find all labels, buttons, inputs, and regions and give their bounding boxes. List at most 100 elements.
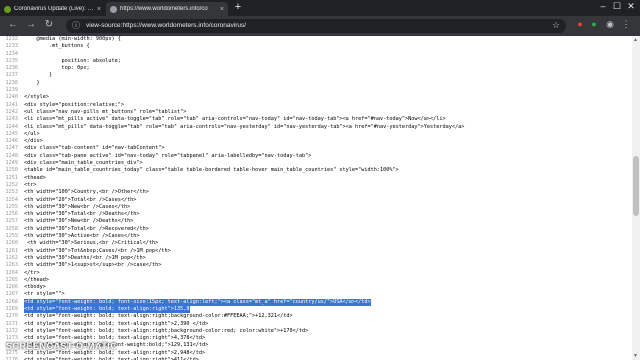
tab-coronavirus-update[interactable]: Coronavirus Update (Live): 7T × <box>0 2 105 16</box>
source-line: 1244 <li class="mt_pills" data-toggle="ta… <box>0 124 632 131</box>
line-number: 1269 <box>5 305 19 312</box>
source-line: 1250 <table id="main_table_countries_toda… <box>0 167 632 174</box>
line-code: <th width="30">Total<br />Deaths</th> <box>24 211 140 218</box>
source-line: 1266 <tbody> <box>0 284 632 291</box>
line-code: </style> <box>24 94 49 101</box>
line-code: <div class="tab-content" id="nav-tabCont… <box>24 145 165 152</box>
info-icon[interactable]: ⓘ <box>72 20 80 31</box>
scroll-up-arrow-icon[interactable]: ▲ <box>633 37 638 43</box>
scrollbar-thumb[interactable] <box>633 156 639 216</box>
line-code: <td style="font-weight: bold; text-align… <box>24 305 190 314</box>
source-line: 1235 position: absolute; <box>0 58 632 65</box>
line-code: <td style="font-weight: bold; text-align… <box>24 320 209 327</box>
line-number: 1234 <box>5 50 19 57</box>
line-number: 1270 <box>5 313 19 320</box>
reload-button[interactable]: ↻ <box>42 19 56 30</box>
line-number: 1242 <box>5 108 19 115</box>
line-code: <div class="main_table_countries_div"> <box>24 160 143 167</box>
source-line: 1242 <ul class="nav nav-pills mt_buttons"… <box>0 109 632 116</box>
source-line: 1237 } <box>0 72 632 79</box>
line-number: 1271 <box>5 320 19 327</box>
line-code: <th width="30">New<br />Deaths</th> <box>24 218 134 225</box>
line-code: <th width="30">Total<br />Recovered</th> <box>24 225 149 232</box>
source-line: 1254 <th width="20">Total<br />Cases</th> <box>0 197 632 204</box>
line-number: 1272 <box>5 327 19 334</box>
url-text[interactable]: view-source:https://www.worldometers.inf… <box>86 22 246 29</box>
line-number: 1235 <box>5 57 19 64</box>
line-number: 1263 <box>5 262 19 269</box>
source-line: 1253 <th width="100">Country,<br />Other<… <box>0 189 632 196</box>
line-number: 1257 <box>5 218 19 225</box>
line-number: 1236 <box>5 65 19 72</box>
forward-button[interactable]: → <box>24 19 38 30</box>
screencast-watermark: SCREENCAST-O-MATIC <box>6 341 118 351</box>
line-number: 1249 <box>5 160 19 167</box>
source-line: 1260 <th width="30">Serious,<br />Critic… <box>0 240 632 247</box>
line-number: 1251 <box>5 174 19 181</box>
line-number: 1245 <box>5 130 19 137</box>
source-line: 1262 <th width="30">Deaths/<br />1M pop</… <box>0 255 632 262</box>
line-code: <th width="100">Country,<br />Other</th> <box>24 189 149 196</box>
source-line: 1245 </ul> <box>0 131 632 138</box>
close-window-button[interactable]: ✕ <box>624 1 638 12</box>
source-line: 1243 <li class="mt_pills active" data-tog… <box>0 116 632 123</box>
minimize-button[interactable]: – <box>596 1 610 11</box>
line-code: <tbody> <box>24 284 46 291</box>
line-code: .mt_buttons { <box>24 43 90 50</box>
line-code: <tr style=""> <box>24 291 65 298</box>
close-tab-icon[interactable]: × <box>220 6 224 13</box>
vertical-scrollbar[interactable]: ▲ ▼ <box>632 36 640 360</box>
close-tab-icon[interactable]: × <box>97 6 101 13</box>
source-line: 1249 <div class="main_table_countries_div… <box>0 160 632 167</box>
line-number: 1232 <box>5 36 19 42</box>
line-number: 1258 <box>5 225 19 232</box>
line-number: 1255 <box>5 203 19 210</box>
line-code: <li class="mt_pills" data-toggle="tab" r… <box>24 123 465 130</box>
line-code: <td style="font-weight: bold; text-align… <box>24 313 293 320</box>
source-line: 1268 <td style="font-weight: bold; font-s… <box>0 298 632 306</box>
line-number: 1233 <box>5 43 19 50</box>
line-code: <th width="30">1<sup>st</sup><br />case<… <box>24 262 162 269</box>
bookmark-star-icon[interactable]: ☆ <box>552 20 560 31</box>
tab-title: https://www.worldometers.info/co <box>120 6 208 12</box>
line-code: <th width="20">Total<br />Cases</th> <box>24 196 137 203</box>
line-number: 1247 <box>5 145 19 152</box>
line-code: <th width="30">Tot&nbsp;Cases/<br />1M p… <box>24 247 171 254</box>
source-code-view[interactable]: 1232 @media (min-width: 900px) { 1233 .mt… <box>0 36 632 360</box>
extension-icon[interactable]: ● <box>574 19 586 29</box>
source-line: 1246 </div> <box>0 138 632 145</box>
profile-avatar-icon[interactable]: ◉ <box>604 19 616 30</box>
extension-icon[interactable]: ● <box>588 19 600 29</box>
source-line: 1248 <div class="tab-pane active" id="nav… <box>0 153 632 160</box>
source-line: 1267 <tr style=""> <box>0 291 632 298</box>
line-code: top: 0px; <box>24 65 90 72</box>
browser-toolbar: ← → ↻ ⓘ view-source:https://www.worldome… <box>0 16 640 36</box>
new-tab-button[interactable]: + <box>232 1 244 13</box>
line-code: </tr> <box>24 269 40 276</box>
source-line: 1252 <tr> <box>0 182 632 189</box>
line-code: <div class="tab-pane active" id="nav-tod… <box>24 152 312 159</box>
source-line: 1259 <th width="30">Active<br />Cases</th… <box>0 233 632 240</box>
line-number: 1238 <box>5 79 19 86</box>
line-number: 1256 <box>5 211 19 218</box>
line-number: 1266 <box>5 284 19 291</box>
line-code: @media (min-width: 900px) { <box>24 36 121 42</box>
line-number: 1254 <box>5 196 19 203</box>
maximize-button[interactable]: ☐ <box>610 1 624 12</box>
source-line: 1241 <div style="position:relative;"> <box>0 102 632 109</box>
line-code: position: absolute; <box>24 57 121 64</box>
source-line: 1255 <th width="30">New<br />Cases</th> <box>0 204 632 211</box>
line-number: 1239 <box>5 87 19 94</box>
line-code: </thead> <box>24 276 49 283</box>
tab-title: Coronavirus Update (Live): 7T <box>14 6 94 12</box>
menu-kebab-icon[interactable]: ⋮ <box>620 19 632 30</box>
line-number: 1237 <box>5 72 19 79</box>
line-number: 1259 <box>5 233 19 240</box>
line-number: 1260 <box>5 240 19 247</box>
scroll-down-arrow-icon[interactable]: ▼ <box>633 353 638 359</box>
back-button[interactable]: ← <box>6 19 20 30</box>
tab-view-source[interactable]: https://www.worldometers.info/co × <box>106 2 228 16</box>
address-bar[interactable]: ⓘ view-source:https://www.worldometers.i… <box>66 19 566 33</box>
line-code: <th width="30">Serious,<br />Critical</t… <box>24 240 159 247</box>
source-line: 1247 <div class="tab-content" id="nav-tab… <box>0 145 632 152</box>
